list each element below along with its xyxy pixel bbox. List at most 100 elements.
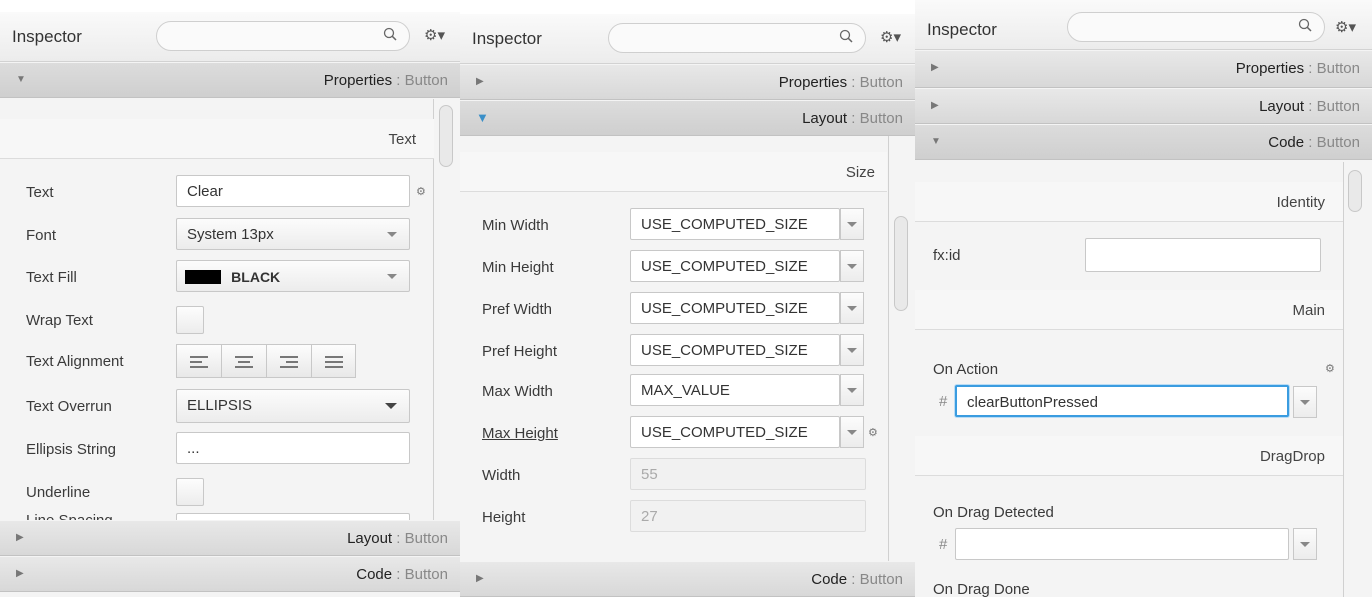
chevron-down-icon	[387, 232, 397, 237]
text-fill-value: BLACK	[231, 269, 281, 286]
section-title: Code	[1268, 134, 1305, 151]
section-subtitle: Button	[404, 530, 448, 547]
collapsed-arrow-icon: ▶	[476, 573, 484, 584]
section-layout[interactable]: ▶ Layout : Button	[0, 520, 460, 556]
scrollbar-thumb[interactable]	[1348, 170, 1362, 212]
property-row-on-drag-done: On Drag Done	[915, 572, 1372, 597]
search-icon	[839, 29, 853, 43]
property-label: Width	[482, 467, 521, 484]
on-drag-detected-dropdown-button[interactable]	[1293, 528, 1317, 560]
max-width-field[interactable]: MAX_VALUE	[630, 374, 840, 406]
min-width-field[interactable]: USE_COMPUTED_SIZE	[630, 208, 840, 240]
section-properties[interactable]: ▶ Properties : Button	[915, 50, 1372, 88]
hash-icon: #	[939, 536, 948, 553]
property-row-font: Font System 13px	[0, 218, 460, 254]
section-separator: :	[1304, 134, 1317, 151]
gear-icon[interactable]: ⚙	[868, 426, 878, 439]
property-label: On Drag Done	[933, 581, 1030, 597]
align-justify-button[interactable]	[311, 344, 356, 378]
property-row-ellipsis-string: Ellipsis String ...	[0, 432, 460, 468]
text-fill-dropdown[interactable]: BLACK	[176, 260, 410, 292]
search-icon	[1298, 18, 1312, 32]
property-row-min-height: Min Height USE_COMPUTED_SIZE	[460, 250, 915, 286]
group-title: Main	[1292, 302, 1325, 319]
pref-height-dropdown-button[interactable]	[840, 334, 864, 366]
on-action-field[interactable]: clearButtonPressed	[955, 385, 1289, 417]
pref-width-dropdown-button[interactable]	[840, 292, 864, 324]
underline-checkbox[interactable]	[176, 478, 204, 506]
section-separator: :	[1304, 98, 1317, 115]
search-input[interactable]	[608, 23, 866, 53]
text-overrun-dropdown[interactable]: ELLIPSIS	[176, 389, 410, 423]
property-label: Max Height	[482, 425, 558, 442]
group-header-main: Main	[915, 290, 1343, 330]
collapsed-arrow-icon: ▶	[476, 76, 484, 87]
property-row-pref-width: Pref Width USE_COMPUTED_SIZE	[460, 292, 915, 328]
gear-icon[interactable]: ⚙▾	[880, 28, 901, 46]
max-width-dropdown-button[interactable]	[840, 374, 864, 406]
align-center-button[interactable]	[221, 344, 266, 378]
pref-height-field[interactable]: USE_COMPUTED_SIZE	[630, 334, 840, 366]
section-separator: :	[847, 571, 860, 588]
group-title: Text	[388, 131, 416, 148]
properties-body: Text Text Clear ⚙ Font System 13px Text …	[0, 99, 460, 520]
on-drag-detected-field[interactable]	[955, 528, 1289, 560]
section-title: Code	[811, 571, 848, 588]
section-title: Properties	[1235, 60, 1305, 77]
align-left-button[interactable]	[176, 344, 221, 378]
property-label: Ellipsis String	[26, 441, 117, 458]
min-width-dropdown-button[interactable]	[840, 208, 864, 240]
section-title: Code	[356, 566, 393, 583]
inspector-header: Inspector ⚙▾	[460, 14, 915, 64]
text-field[interactable]: Clear	[176, 175, 410, 207]
section-separator: :	[847, 74, 860, 91]
align-right-button[interactable]	[266, 344, 311, 378]
pref-width-field[interactable]: USE_COMPUTED_SIZE	[630, 292, 840, 324]
line-spacing-field[interactable]: 0	[176, 513, 410, 520]
chevron-down-icon	[385, 403, 397, 409]
on-action-dropdown-button[interactable]	[1293, 386, 1317, 418]
section-properties[interactable]: ▼ Properties : Button	[0, 62, 460, 98]
fxid-field[interactable]	[1085, 238, 1321, 272]
group-title: Size	[845, 164, 875, 181]
gear-icon[interactable]: ⚙▾	[1335, 18, 1356, 36]
property-row-underline: Underline	[0, 475, 460, 511]
section-properties[interactable]: ▶ Properties : Button	[460, 64, 915, 100]
search-input[interactable]	[156, 21, 410, 51]
chevron-down-icon	[387, 274, 397, 279]
chevron-down-icon	[847, 264, 857, 269]
inspector-title: Inspector	[12, 27, 82, 46]
gear-icon[interactable]: ⚙	[416, 185, 426, 198]
section-code[interactable]: ▶ Code : Button	[460, 561, 915, 597]
max-height-field[interactable]: USE_COMPUTED_SIZE	[630, 416, 840, 448]
property-row-line-spacing: Line Spacing 0	[0, 512, 460, 520]
section-code[interactable]: ▶ Code : Button	[0, 556, 460, 592]
section-subtitle: Button	[1316, 134, 1360, 151]
search-input[interactable]	[1067, 12, 1325, 42]
section-layout[interactable]: ▶ Layout : Button	[915, 88, 1372, 124]
property-label: Pref Width	[482, 301, 553, 318]
text-alignment-group	[176, 344, 356, 378]
section-subtitle: Button	[404, 566, 448, 583]
section-code[interactable]: ▼ Code : Button	[915, 124, 1372, 160]
font-dropdown[interactable]: System 13px	[176, 218, 410, 250]
inspector-header: Inspector ⚙▾	[915, 0, 1372, 50]
section-subtitle: Button	[859, 571, 903, 588]
wrap-text-checkbox[interactable]	[176, 306, 204, 334]
property-row-text: Text Clear ⚙	[0, 175, 460, 211]
group-title: Identity	[1276, 194, 1325, 211]
chevron-down-icon	[847, 348, 857, 353]
property-row-on-action: On Action ⚙	[915, 352, 1372, 388]
min-height-dropdown-button[interactable]	[840, 250, 864, 282]
gear-icon[interactable]: ⚙▾	[424, 26, 445, 44]
expand-arrow-icon: ▼	[931, 136, 941, 147]
ellipsis-string-field[interactable]: ...	[176, 432, 410, 464]
chevron-down-icon	[847, 388, 857, 393]
gear-icon[interactable]: ⚙	[1325, 362, 1335, 375]
min-height-field[interactable]: USE_COMPUTED_SIZE	[630, 250, 840, 282]
color-swatch	[185, 270, 221, 285]
section-layout[interactable]: ▼ Layout : Button	[460, 100, 915, 136]
max-height-dropdown-button[interactable]	[840, 416, 864, 448]
section-title: Properties	[778, 74, 848, 91]
scrollbar-thumb[interactable]	[439, 105, 453, 167]
